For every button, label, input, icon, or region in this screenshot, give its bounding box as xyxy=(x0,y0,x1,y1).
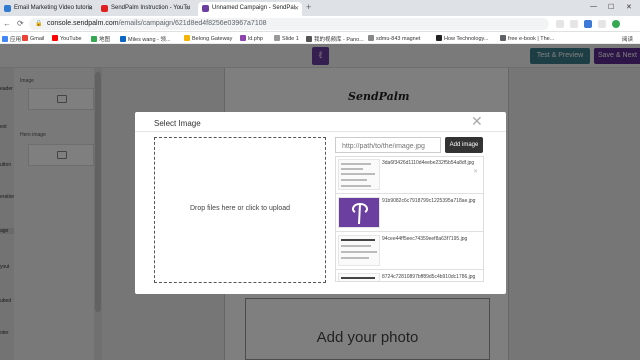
bookmarks-bar: 应用 Gmail YouTube 地图 Miles wang - 领... Be… xyxy=(0,32,640,44)
image-thumbnail xyxy=(338,197,380,228)
thumb-line xyxy=(341,251,377,253)
extension-icon[interactable] xyxy=(570,20,578,28)
lock-icon: 🔒 xyxy=(35,21,43,27)
browser-tab-active[interactable]: Unnamed Campaign - SendPal ✕ xyxy=(198,2,302,16)
image-library-list: 3da6f3426d1110d4eebe232f5b54a8df.jpg ✕ 9… xyxy=(335,156,484,282)
maps-icon xyxy=(91,36,97,42)
tab-label: Unnamed Campaign - SendPal xyxy=(212,5,296,11)
select-image-modal: Select Image ✕ Drop files here or click … xyxy=(135,112,506,294)
sendpalm-favicon-icon xyxy=(202,5,209,12)
image-filename: 94cee44ff5eec74359eef8a63f7195.jpg xyxy=(382,236,468,242)
maximize-icon[interactable]: ☐ xyxy=(608,3,614,11)
browser-tab-bar: Email Marketing Video tutoria ✕ SendPalm… xyxy=(0,0,640,16)
url-path: /emails/campaign/621d8ed4f8256e03967a710… xyxy=(118,20,267,27)
thumb-line xyxy=(341,185,371,187)
back-arrow-icon[interactable]: ← xyxy=(3,19,11,28)
profile-avatar[interactable] xyxy=(612,20,620,28)
close-tab-icon[interactable]: ✕ xyxy=(88,5,93,12)
dropzone-text: Drop files here or click to upload xyxy=(190,205,290,212)
bookmark-item[interactable]: sdmu-843 magnet xyxy=(368,35,420,42)
image-url-input[interactable] xyxy=(335,137,441,153)
image-filename: 3da6f3426d1110d4eebe232f5b54a8df.jpg xyxy=(382,160,475,166)
thumb-line xyxy=(341,257,369,259)
image-filename: 91b9082c6c7918799c1225395a718ae.jpg xyxy=(382,198,476,204)
extension-icon[interactable] xyxy=(556,20,564,28)
bookmark-item[interactable]: How Technology... xyxy=(436,35,488,42)
image-thumbnail xyxy=(338,235,380,266)
minimize-icon[interactable]: — xyxy=(590,3,597,10)
bookmark-item[interactable]: 我的视频库 - Pano... xyxy=(306,35,364,43)
image-list-item[interactable]: 91b9082c6c7918799c1225395a718ae.jpg xyxy=(336,195,483,232)
bookmark-favicon-icon xyxy=(436,35,442,41)
reading-list[interactable]: 阅读 xyxy=(622,35,633,43)
thumb-line xyxy=(341,239,375,241)
extension-icon[interactable] xyxy=(584,20,592,28)
file-dropzone[interactable]: Drop files here or click to upload xyxy=(154,137,326,283)
close-window-icon[interactable]: ✕ xyxy=(626,3,632,11)
browser-tab[interactable]: SendPalm Instruction - YouTu ✕ xyxy=(97,2,193,16)
bookmark-item[interactable]: YouTube xyxy=(52,35,82,42)
gmail-icon xyxy=(22,35,28,41)
bookmark-favicon-icon xyxy=(184,35,190,41)
reload-icon[interactable]: ⟳ xyxy=(17,19,24,28)
youtube-favicon-icon xyxy=(101,5,108,12)
image-list-item[interactable]: 3da6f3426d1110d4eebe232f5b54a8df.jpg ✕ xyxy=(336,157,483,194)
bookmark-item[interactable]: ld.php xyxy=(240,35,263,42)
close-icon[interactable]: ✕ xyxy=(471,113,483,130)
linkedin-icon xyxy=(120,36,126,42)
apps-icon xyxy=(2,36,8,42)
thumb-line xyxy=(341,245,371,247)
bookmark-item[interactable]: Gmail xyxy=(22,35,44,42)
thumb-line xyxy=(341,168,363,170)
tab-favicon-icon xyxy=(4,5,11,12)
extension-icon[interactable] xyxy=(598,20,606,28)
bookmark-item[interactable]: Slide 1 xyxy=(274,35,299,42)
modal-title: Select Image xyxy=(154,119,201,128)
close-tab-icon[interactable]: ✕ xyxy=(294,5,299,12)
thumb-line xyxy=(341,179,367,181)
thumb-line xyxy=(341,173,375,175)
browser-tab[interactable]: Email Marketing Video tutoria ✕ xyxy=(0,2,96,16)
add-image-button[interactable]: Add image xyxy=(445,137,483,153)
address-bar-row: ← ⟳ 🔒 console.sendpalm.com/emails/campai… xyxy=(0,16,640,32)
bookmark-item[interactable]: 地图 xyxy=(91,35,110,43)
bookmark-favicon-icon xyxy=(240,35,246,41)
thumb-line xyxy=(341,277,375,279)
url-host: console.sendpalm.com xyxy=(47,20,119,27)
url-field[interactable]: 🔒 console.sendpalm.com/emails/campaign/6… xyxy=(29,18,549,30)
bookmark-favicon-icon xyxy=(274,35,280,41)
youtube-icon xyxy=(52,35,58,41)
thumb-line xyxy=(341,163,371,165)
modal-divider xyxy=(135,131,506,132)
bookmark-favicon-icon xyxy=(500,35,506,41)
new-tab-button[interactable]: + xyxy=(306,2,311,12)
image-filename: 8724c72810897bff89d5c4b910dc1786.jpg xyxy=(382,274,476,280)
image-list-item[interactable]: 94cee44ff5eec74359eef8a63f7195.jpg xyxy=(336,233,483,270)
palm-logo-icon xyxy=(351,203,369,225)
bookmark-favicon-icon xyxy=(368,35,374,41)
tab-label: SendPalm Instruction - YouTu xyxy=(111,5,191,11)
image-thumbnail xyxy=(338,273,380,281)
image-thumbnail xyxy=(338,159,380,190)
bookmark-item[interactable]: Belong Gateway xyxy=(184,35,232,42)
bookmark-item[interactable]: 应用 xyxy=(2,35,21,43)
bookmark-item[interactable]: Miles wang - 领... xyxy=(120,35,170,43)
bookmark-item[interactable]: free e-book | The... xyxy=(500,35,554,42)
image-list-item[interactable]: 8724c72810897bff89d5c4b910dc1786.jpg xyxy=(336,271,483,281)
bookmark-favicon-icon xyxy=(306,36,312,42)
close-tab-icon[interactable]: ✕ xyxy=(185,5,190,12)
tab-label: Email Marketing Video tutoria xyxy=(14,5,93,11)
delete-image-icon[interactable]: ✕ xyxy=(473,168,478,175)
